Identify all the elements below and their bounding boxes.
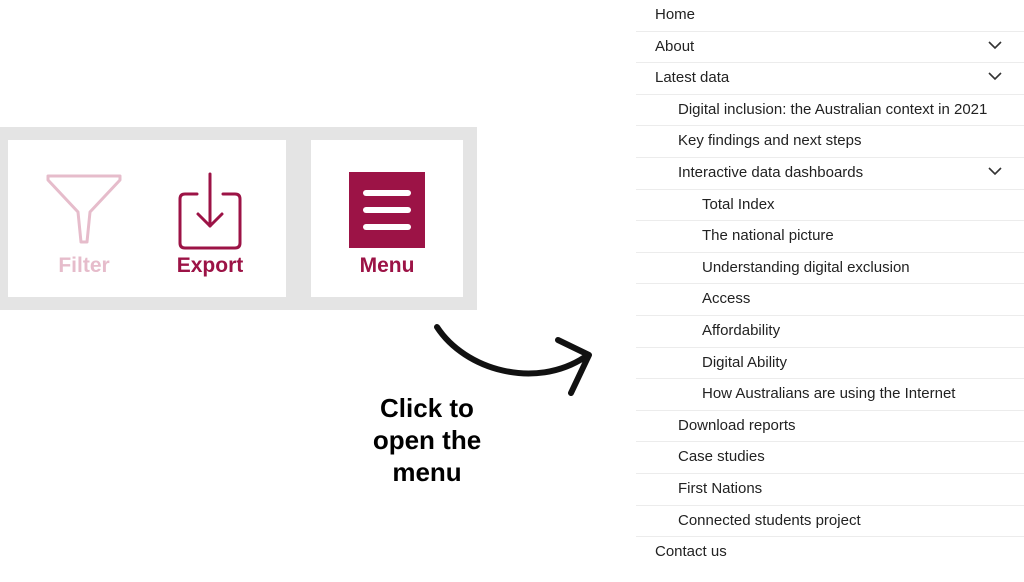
nav-item-contact-us[interactable]: Contact us — [636, 537, 1024, 569]
nav-item-label: Case studies — [678, 448, 765, 466]
callout-text: Click to open the menu — [352, 392, 502, 488]
chevron-down-icon[interactable] — [988, 72, 1002, 81]
callout-line-3: menu — [392, 457, 462, 487]
hamburger-icon — [349, 172, 425, 253]
chevron-down-icon[interactable] — [988, 41, 1002, 50]
nav-item-latest-data[interactable]: Latest data — [636, 63, 1024, 95]
nav-menu: Home About Latest data Digital inclusion… — [636, 0, 1024, 582]
nav-item-connected-students[interactable]: Connected students project — [636, 506, 1024, 538]
nav-item-label: The national picture — [702, 227, 834, 245]
nav-item-total-index[interactable]: Total Index — [636, 190, 1024, 222]
funnel-icon — [45, 172, 123, 251]
nav-item-home[interactable]: Home — [636, 0, 1024, 32]
callout-line-1: Click to — [380, 393, 474, 423]
nav-item-label: Digital inclusion: the Australian contex… — [678, 100, 988, 118]
nav-item-label: Latest data — [655, 69, 730, 87]
nav-item-australian-context[interactable]: Digital inclusion: the Australian contex… — [636, 95, 1024, 127]
nav-item-download-reports[interactable]: Download reports — [636, 411, 1024, 443]
nav-item-case-studies[interactable]: Case studies — [636, 442, 1024, 474]
toolbar-card-left: Filter Export — [8, 140, 286, 297]
filter-label: Filter — [58, 254, 110, 277]
nav-item-label: Key findings and next steps — [678, 132, 862, 150]
nav-item-label: Total Index — [702, 195, 775, 213]
nav-item-label: Home — [655, 6, 696, 23]
nav-item-label: About — [655, 37, 695, 55]
export-button[interactable]: Export — [146, 140, 274, 297]
nav-item-access[interactable]: Access — [636, 284, 1024, 316]
nav-item-label: Affordability — [702, 321, 781, 339]
menu-label: Menu — [359, 254, 415, 277]
nav-item-first-nations[interactable]: First Nations — [636, 474, 1024, 506]
download-tray-icon — [177, 172, 243, 255]
nav-item-internet-use[interactable]: How Australians are using the Internet — [636, 379, 1024, 411]
nav-item-label: Download reports — [678, 416, 796, 434]
callout-line-2: open the — [372, 425, 482, 455]
filter-button[interactable]: Filter — [8, 140, 160, 297]
toolbar-panel: Filter Export Menu — [0, 127, 477, 310]
nav-item-label: Digital Ability — [702, 353, 788, 371]
chevron-down-icon[interactable] — [988, 167, 1002, 176]
nav-item-label: Access — [702, 290, 751, 308]
nav-item-key-findings[interactable]: Key findings and next steps — [636, 126, 1024, 158]
nav-item-label: Interactive data dashboards — [678, 163, 864, 181]
nav-item-about[interactable]: About — [636, 32, 1024, 64]
nav-item-label: Contact us — [655, 543, 727, 561]
menu-button[interactable]: Menu — [311, 140, 463, 297]
nav-item-label: Connected students project — [678, 511, 861, 529]
nav-item-affordability[interactable]: Affordability — [636, 316, 1024, 348]
nav-item-interactive-dashboards[interactable]: Interactive data dashboards — [636, 158, 1024, 190]
nav-item-digital-exclusion[interactable]: Understanding digital exclusion — [636, 253, 1024, 285]
export-label: Export — [176, 254, 244, 277]
nav-item-national-picture[interactable]: The national picture — [636, 221, 1024, 253]
toolbar-card-right: Menu — [311, 140, 463, 297]
nav-item-label: Understanding digital exclusion — [702, 258, 910, 276]
nav-item-label: First Nations — [678, 479, 763, 497]
nav-item-digital-ability[interactable]: Digital Ability — [636, 348, 1024, 380]
nav-item-label: How Australians are using the Internet — [702, 385, 956, 403]
